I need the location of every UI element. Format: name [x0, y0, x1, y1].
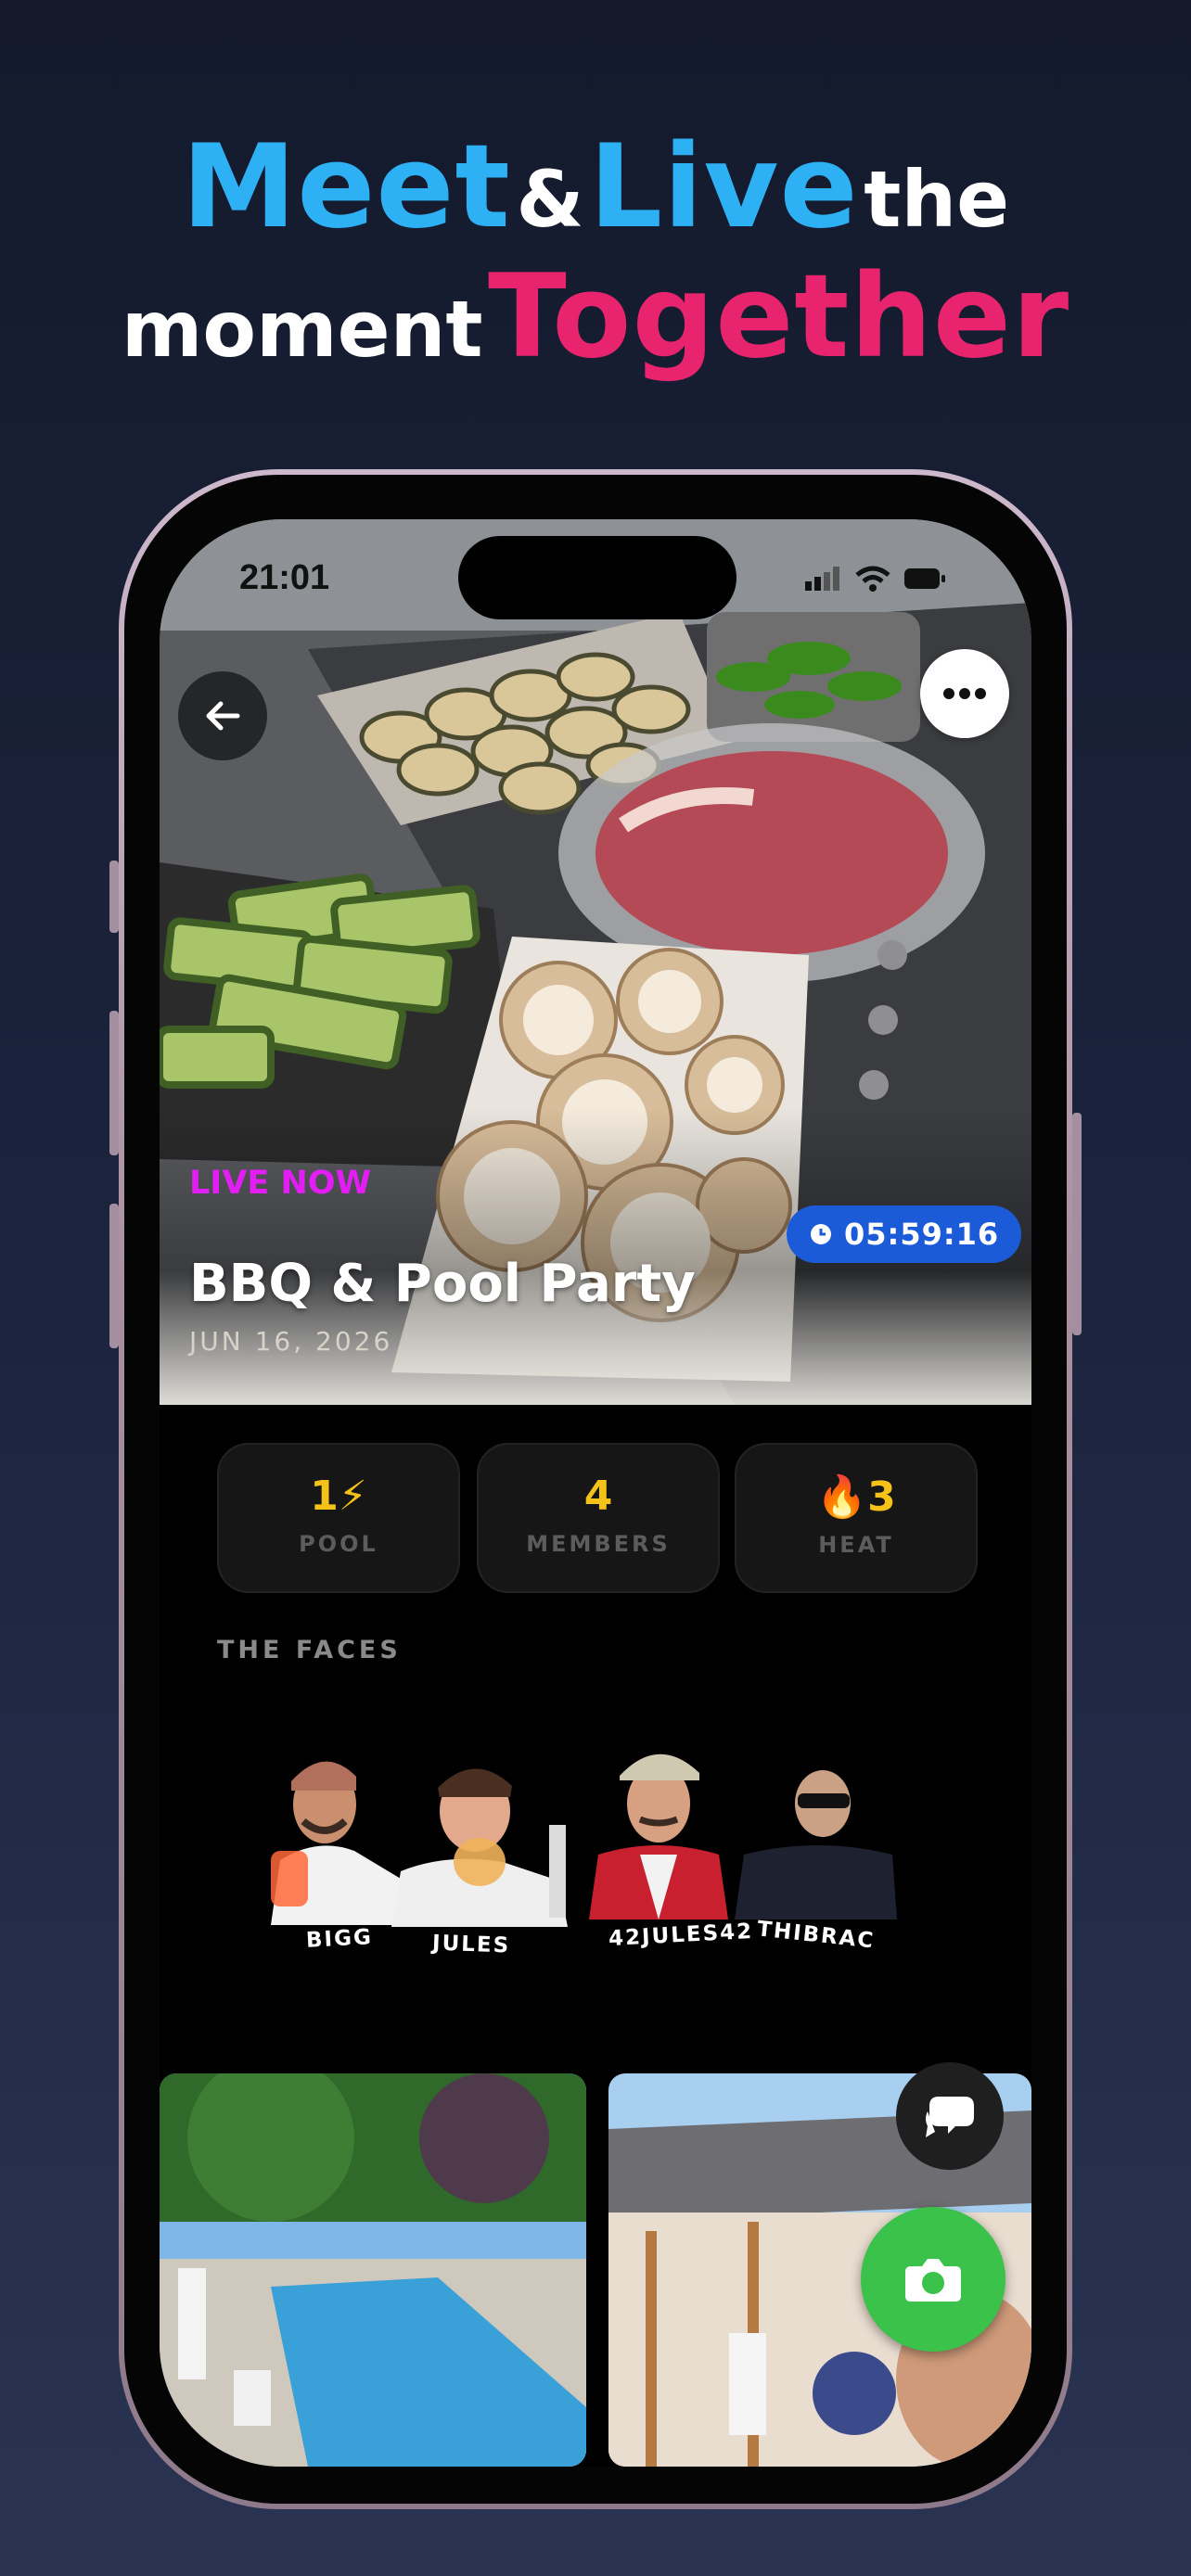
wifi-icon: [855, 566, 890, 592]
gallery-photo-pool[interactable]: [160, 2073, 586, 2467]
stat-heat-value: 🔥3: [816, 1473, 896, 1521]
face-42jules42-cutout: [589, 1753, 728, 1919]
app-screen: 21:01 LIVE NOW 05:59:16 BBQ & Pool Party…: [160, 519, 1031, 2467]
camera-button[interactable]: [861, 2207, 1005, 2352]
phone-power-button: [1072, 1113, 1082, 1335]
stat-pool-value: 1⚡: [310, 1473, 367, 1520]
status-time: 21:01: [239, 558, 330, 597]
more-options-button[interactable]: [920, 649, 1009, 738]
face-thibrac-cutout: [735, 1770, 897, 1919]
back-button[interactable]: [178, 671, 267, 760]
stat-heat[interactable]: 🔥3 HEAT: [735, 1443, 978, 1593]
stat-members[interactable]: 4 MEMBERS: [477, 1443, 720, 1593]
face-42jules42-name: 42JULES42: [608, 1919, 754, 1952]
chat-bubbles-icon: [926, 2097, 974, 2137]
headline-the: the: [864, 154, 1010, 245]
headline-and: &: [516, 154, 584, 245]
face-bigg[interactable]: [252, 1740, 410, 1930]
face-thibrac[interactable]: [735, 1762, 902, 1924]
phone-volume-down: [109, 1204, 119, 1348]
faces-heading: THE FACES: [217, 1636, 402, 1664]
headline-meet: Meet: [181, 121, 511, 254]
arrow-left-icon: [206, 701, 240, 731]
headline-live: Live: [589, 121, 859, 254]
phone-mute-switch: [109, 861, 119, 933]
phone-volume-up: [109, 1011, 119, 1155]
chat-button[interactable]: [896, 2062, 1004, 2170]
status-icons: [805, 566, 946, 592]
timer-value: 05:59:16: [844, 1217, 1000, 1252]
camera-icon: [905, 2259, 961, 2302]
ellipsis-icon: [943, 688, 986, 699]
stat-pool[interactable]: 1⚡ POOL: [217, 1443, 460, 1593]
face-bigg-cutout: [271, 1761, 401, 1925]
face-42jules42[interactable]: [584, 1734, 733, 1924]
stat-members-label: MEMBERS: [526, 1531, 671, 1557]
clock-icon: [811, 1224, 831, 1244]
face-jules-cutout: [391, 1768, 568, 1927]
headline-moment: moment: [121, 284, 483, 375]
face-jules[interactable]: [391, 1751, 577, 1932]
stat-pool-label: POOL: [299, 1531, 378, 1557]
face-bigg-name: BIGG: [305, 1925, 374, 1953]
event-title: BBQ & Pool Party: [189, 1254, 696, 1314]
headline-line-1: Meet & Live the: [0, 121, 1191, 254]
face-jules-name: JULES: [431, 1931, 511, 1958]
pool-photo-image: [160, 2073, 586, 2467]
headline-line-2: moment Together: [0, 250, 1191, 384]
headline-together: Together: [488, 250, 1070, 384]
battery-icon: [904, 568, 945, 589]
stat-heat-label: HEAT: [818, 1532, 894, 1558]
event-date: JUN 16, 2026: [189, 1326, 393, 1357]
stat-members-value: 4: [583, 1473, 613, 1520]
cellular-signal-icon: [805, 567, 839, 591]
countdown-timer: 05:59:16: [787, 1205, 1022, 1263]
dynamic-island: [458, 536, 736, 619]
live-now-label: LIVE NOW: [189, 1165, 372, 1202]
